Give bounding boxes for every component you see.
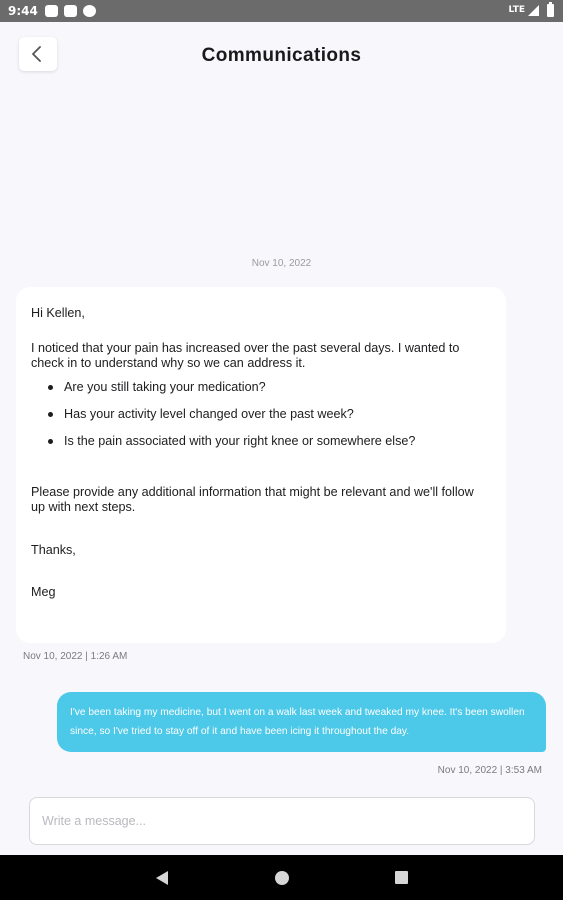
list-item: Are you still taking your medication? bbox=[48, 380, 491, 395]
page-title: Communications bbox=[201, 45, 362, 66]
message-paragraph: Please provide any additional informatio… bbox=[31, 485, 474, 514]
status-bar: 9:44 LTE bbox=[0, 0, 563, 22]
list-item: Is the pain associated with your right k… bbox=[48, 434, 491, 449]
network-label: LTE bbox=[508, 5, 525, 15]
message-paragraph: I noticed that your pain has increased o… bbox=[31, 341, 460, 370]
outgoing-timestamp: Nov 10, 2022 | 3:53 AM bbox=[437, 765, 542, 776]
nav-home-icon[interactable] bbox=[275, 871, 289, 885]
incoming-timestamp: Nov 10, 2022 | 1:26 AM bbox=[23, 651, 128, 662]
navigation-bar bbox=[0, 855, 563, 900]
nav-back-icon[interactable] bbox=[156, 871, 168, 885]
notification-icon bbox=[64, 5, 77, 17]
message-greeting: Hi Kellen, bbox=[31, 306, 85, 320]
message-input[interactable] bbox=[29, 797, 535, 845]
status-time: 9:44 bbox=[8, 4, 38, 18]
notification-icon bbox=[83, 5, 96, 17]
list-item: Has your activity level changed over the… bbox=[48, 407, 491, 422]
date-separator: Nov 10, 2022 bbox=[251, 258, 312, 269]
notification-icon bbox=[45, 5, 58, 17]
message-bullet-list: Are you still taking your medication? Ha… bbox=[48, 380, 491, 449]
incoming-message: Hi Kellen, I noticed that your pain has … bbox=[16, 287, 506, 643]
signal-icon bbox=[528, 5, 539, 16]
nav-recents-icon[interactable] bbox=[395, 871, 408, 884]
message-signature: Meg bbox=[31, 585, 56, 599]
battery-icon bbox=[547, 2, 554, 17]
message-closing: Thanks, bbox=[31, 543, 76, 557]
outgoing-message: I've been taking my medicine, but I went… bbox=[57, 692, 546, 752]
